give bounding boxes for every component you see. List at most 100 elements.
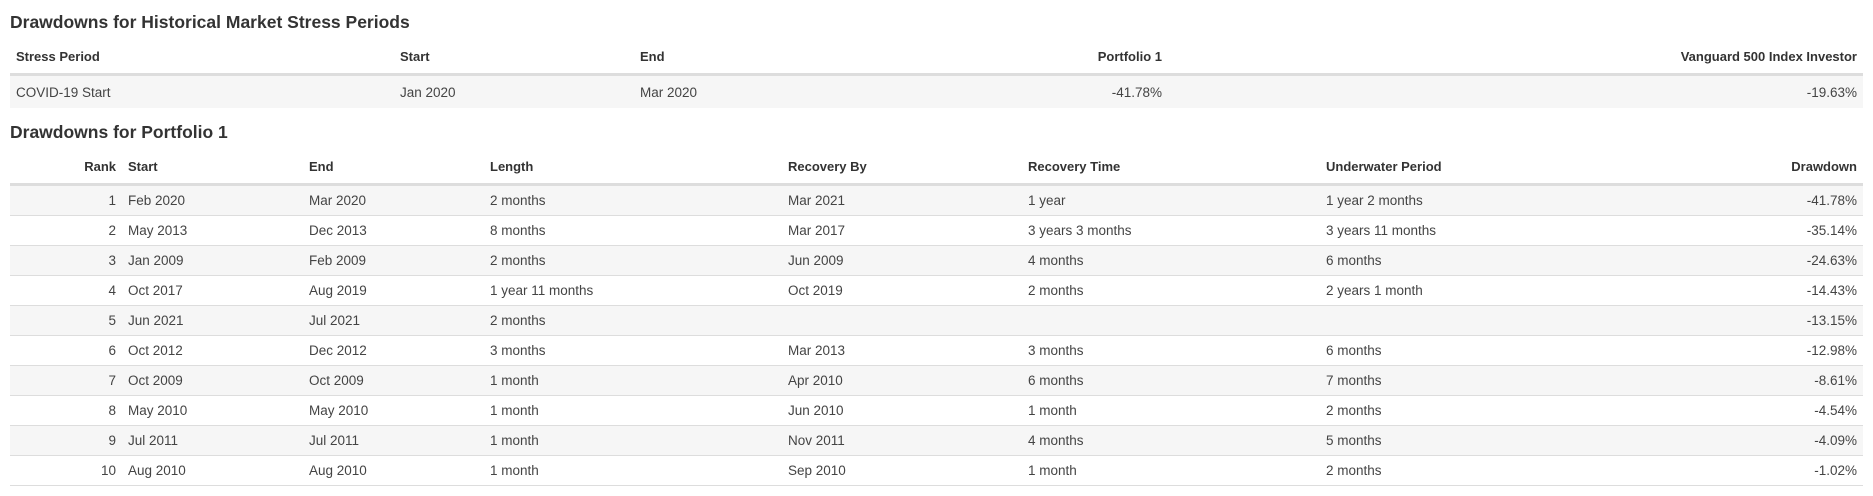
- table-row: 10 Aug 2010 Aug 2010 1 month Sep 2010 1 month…: [10, 455, 1863, 486]
- cell-recovery-time: 2 months: [1022, 275, 1320, 306]
- cell-start: Oct 2009: [122, 365, 303, 396]
- table-row: 2 May 2013 Dec 2013 8 months Mar 2017 3 years…: [10, 215, 1863, 246]
- cell-length: 8 months: [484, 215, 782, 246]
- cell-length: 1 month: [484, 455, 782, 486]
- cell-rank: 3: [10, 245, 122, 276]
- cell-end: Feb 2009: [303, 245, 484, 276]
- cell-end: Aug 2019: [303, 275, 484, 306]
- cell-end: Jul 2021: [303, 305, 484, 336]
- cell-rank: 10: [10, 455, 122, 486]
- cell-recovery-by: Jun 2010: [782, 395, 1022, 426]
- cell-drawdown: -1.02%: [1620, 455, 1863, 486]
- table-row: 8 May 2010 May 2010 1 month Jun 2010 1 month 2…: [10, 395, 1863, 426]
- table-row: 6 Oct 2012 Dec 2012 3 months Mar 2013 3 month…: [10, 335, 1863, 366]
- cell-underwater-period: 7 months: [1320, 365, 1620, 396]
- cell-rank: 5: [10, 305, 122, 336]
- col-drawdown[interactable]: Drawdown: [1620, 149, 1863, 186]
- cell-drawdown: -13.15%: [1620, 305, 1863, 336]
- cell-end: Mar 2020: [634, 74, 934, 108]
- col-end[interactable]: End: [634, 39, 934, 76]
- cell-underwater-period: 3 years 11 months: [1320, 215, 1620, 246]
- col-length[interactable]: Length: [484, 149, 782, 186]
- col-start[interactable]: Start: [394, 39, 634, 76]
- cell-length: 2 months: [484, 305, 782, 336]
- col-end[interactable]: End: [303, 149, 484, 186]
- cell-recovery-time: 1 year: [1022, 184, 1320, 216]
- table-row: 3 Jan 2009 Feb 2009 2 months Jun 2009 4 month…: [10, 245, 1863, 276]
- cell-rank: 7: [10, 365, 122, 396]
- cell-end: Oct 2009: [303, 365, 484, 396]
- cell-drawdown: -24.63%: [1620, 245, 1863, 276]
- cell-rank: 2: [10, 215, 122, 246]
- drawdowns-title: Drawdowns for Portfolio 1: [10, 122, 228, 142]
- cell-recovery-time: 1 month: [1022, 455, 1320, 486]
- cell-underwater-period: 6 months: [1320, 245, 1620, 276]
- cell-start: May 2013: [122, 215, 303, 246]
- cell-end: May 2010: [303, 395, 484, 426]
- cell-drawdown: -14.43%: [1620, 275, 1863, 306]
- cell-recovery-time: [1022, 305, 1320, 336]
- cell-length: 1 year 11 months: [484, 275, 782, 306]
- cell-drawdown: -41.78%: [1620, 184, 1863, 216]
- table-row: 4 Oct 2017 Aug 2019 1 year 11 months Oct 201…: [10, 275, 1863, 306]
- cell-underwater-period: 1 year 2 months: [1320, 184, 1620, 216]
- cell-drawdown: -4.09%: [1620, 425, 1863, 456]
- cell-recovery-time: 3 months: [1022, 335, 1320, 366]
- col-recovery-by[interactable]: Recovery By: [782, 149, 1022, 186]
- cell-rank: 6: [10, 335, 122, 366]
- col-underwater-period[interactable]: Underwater Period: [1320, 149, 1620, 186]
- cell-end: Dec 2012: [303, 335, 484, 366]
- cell-length: 2 months: [484, 245, 782, 276]
- cell-portfolio-1: -41.78%: [934, 74, 1168, 108]
- cell-drawdown: -12.98%: [1620, 335, 1863, 366]
- col-vanguard-500[interactable]: Vanguard 500 Index Investor: [1168, 39, 1863, 76]
- table-row: 7 Oct 2009 Oct 2009 1 month Apr 2010 6 months…: [10, 365, 1863, 396]
- cell-start: Jan 2020: [394, 74, 634, 108]
- cell-rank: 9: [10, 425, 122, 456]
- cell-underwater-period: 5 months: [1320, 425, 1620, 456]
- cell-recovery-by: Apr 2010: [782, 365, 1022, 396]
- col-rank[interactable]: Rank: [10, 149, 122, 186]
- table-row: 1 Feb 2020 Mar 2020 2 months Mar 2021 1 year 1…: [10, 184, 1863, 216]
- cell-rank: 4: [10, 275, 122, 306]
- cell-stress-period: COVID-19 Start: [10, 74, 394, 108]
- cell-start: Oct 2012: [122, 335, 303, 366]
- cell-recovery-time: 1 month: [1022, 395, 1320, 426]
- table-row: 9 Jul 2011 Jul 2011 1 month Nov 2011 4 months…: [10, 425, 1863, 456]
- cell-underwater-period: 2 years 1 month: [1320, 275, 1620, 306]
- col-recovery-time[interactable]: Recovery Time: [1022, 149, 1320, 186]
- cell-end: Dec 2013: [303, 215, 484, 246]
- cell-recovery-time: 4 months: [1022, 425, 1320, 456]
- col-portfolio-1[interactable]: Portfolio 1: [934, 39, 1168, 76]
- col-stress-period[interactable]: Stress Period: [10, 39, 394, 76]
- cell-drawdown: -4.54%: [1620, 395, 1863, 426]
- cell-length: 1 month: [484, 425, 782, 456]
- cell-start: Jan 2009: [122, 245, 303, 276]
- cell-recovery-by: Jun 2009: [782, 245, 1022, 276]
- cell-length: 1 month: [484, 395, 782, 426]
- drawdowns-header-row: Rank Start End Length Recovery By Recove…: [10, 149, 1863, 186]
- cell-start: Oct 2017: [122, 275, 303, 306]
- cell-underwater-period: 2 months: [1320, 455, 1620, 486]
- cell-length: 1 month: [484, 365, 782, 396]
- cell-drawdown: -35.14%: [1620, 215, 1863, 246]
- cell-length: 3 months: [484, 335, 782, 366]
- cell-recovery-by: Mar 2021: [782, 184, 1022, 216]
- cell-end: Jul 2011: [303, 425, 484, 456]
- cell-recovery-by: Sep 2010: [782, 455, 1022, 486]
- cell-recovery-by: Mar 2017: [782, 215, 1022, 246]
- cell-end: Mar 2020: [303, 184, 484, 216]
- stress-header-row: Stress Period Start End Portfolio 1 Vang…: [10, 39, 1863, 76]
- cell-recovery-by: Nov 2011: [782, 425, 1022, 456]
- cell-recovery-time: 6 months: [1022, 365, 1320, 396]
- cell-recovery-by: Mar 2013: [782, 335, 1022, 366]
- cell-underwater-period: [1320, 305, 1620, 336]
- table-row: COVID-19 Start Jan 2020 Mar 2020 -41.78%…: [10, 74, 1863, 108]
- cell-start: Feb 2020: [122, 184, 303, 216]
- cell-end: Aug 2010: [303, 455, 484, 486]
- drawdowns-table: Rank Start End Length Recovery By Recove…: [10, 149, 1863, 486]
- drawdowns-body: 1 Feb 2020 Mar 2020 2 months Mar 2021 1 year 1…: [10, 184, 1863, 486]
- cell-start: Jun 2021: [122, 305, 303, 336]
- cell-underwater-period: 2 months: [1320, 395, 1620, 426]
- col-start[interactable]: Start: [122, 149, 303, 186]
